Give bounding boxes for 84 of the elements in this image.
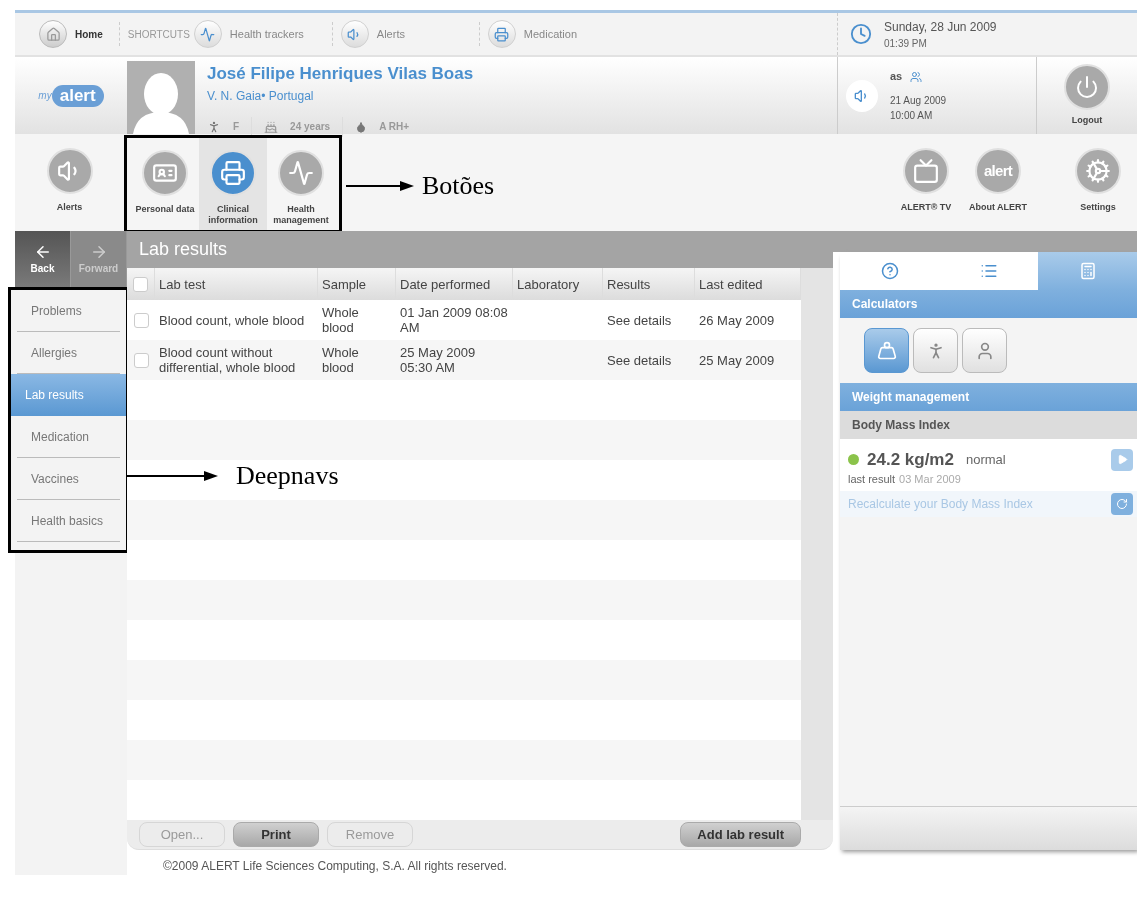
- bmi-value: 24.2 kg/m2: [867, 449, 954, 471]
- calculator-tool[interactable]: [864, 328, 909, 373]
- person-icon: [207, 119, 221, 134]
- power-icon: [1075, 74, 1099, 99]
- table-cell: 01 Jan 2009 08:08 AM: [400, 305, 508, 336]
- clock-icon: [850, 23, 872, 45]
- tv-icon: [913, 158, 939, 184]
- table-cell: See details: [607, 352, 672, 368]
- table-cell: 26 May 2009: [699, 312, 775, 328]
- people-icon: [910, 70, 923, 83]
- list-icon: [979, 262, 998, 280]
- calculator-tool[interactable]: [913, 328, 958, 373]
- patient-sex: F: [233, 120, 240, 134]
- checkbox[interactable]: [133, 312, 149, 328]
- deepnav-item[interactable]: Medication: [17, 416, 120, 458]
- patient-location: V. N. Gaia• Portugal: [207, 87, 315, 105]
- play-button[interactable]: [1111, 448, 1133, 471]
- section-title: Calculators: [852, 296, 918, 313]
- table-cell: 25 May 2009 05:30 AM: [400, 345, 476, 376]
- speaker-icon: [340, 20, 369, 48]
- nav-button[interactable]: Personal data: [131, 138, 199, 230]
- bmi-status: normal: [965, 451, 1006, 469]
- annotation-arrow: [346, 179, 414, 192]
- deepnav-item[interactable]: Problems: [17, 290, 120, 332]
- current-time: 01:39 PM: [884, 36, 928, 51]
- table-cell: See details: [607, 312, 672, 328]
- table-cell: Blood count, whole blood: [159, 312, 305, 328]
- scale-icon: [876, 340, 897, 361]
- subgroup-title: Body Mass Index: [852, 417, 951, 434]
- drop-icon: [355, 120, 368, 133]
- alert-time: 10:00 AM: [890, 108, 934, 123]
- current-date: Sunday, 28 Jun 2009: [884, 18, 997, 36]
- deepnav-item[interactable]: Vaccines: [17, 458, 120, 500]
- footer-copyright: ©2009 ALERT Life Sciences Computing, S.A. All rights reserved.: [163, 858, 508, 875]
- action-button[interactable]: Add lab result: [680, 822, 801, 848]
- table-cell: Whole blood: [322, 305, 359, 336]
- panel-tab[interactable]: [939, 252, 1038, 290]
- checkbox[interactable]: [133, 276, 148, 292]
- alert-date: 21 Aug 2009: [890, 93, 947, 108]
- table-cell: Whole blood: [322, 345, 359, 376]
- back-button[interactable]: Back: [15, 231, 71, 287]
- annotation-label: Botões: [422, 170, 495, 202]
- myalert-logo: my alert: [15, 57, 127, 134]
- annotation-label: Deepnavs: [236, 460, 339, 492]
- refresh-icon: [1116, 498, 1128, 510]
- printer-icon: [220, 160, 246, 186]
- patient-age: 24 years: [290, 120, 331, 134]
- alert-user: as: [890, 69, 903, 85]
- nav-button[interactable]: Settings: [1064, 136, 1132, 228]
- pulse-icon: [193, 20, 222, 48]
- play-icon: [1116, 454, 1128, 466]
- refresh-button[interactable]: [1111, 493, 1133, 515]
- checkbox[interactable]: [133, 352, 149, 368]
- deepnav-item[interactable]: Health basics: [17, 500, 120, 542]
- patient-name: José Filipe Henriques Vilas Boas: [207, 63, 474, 85]
- panel-tab[interactable]: [1038, 252, 1137, 290]
- gears-icon: [1085, 158, 1111, 184]
- alert-logo-icon: alert: [984, 159, 1012, 183]
- nav-button[interactable]: ALERT® TV: [892, 136, 960, 228]
- calculator-tool[interactable]: [962, 328, 1007, 373]
- nav-button[interactable]: Health management: [267, 138, 335, 230]
- last-result-label: last result: [848, 471, 896, 487]
- home-button[interactable]: Home: [39, 20, 103, 48]
- last-result-date: 03 Mar 2009: [899, 471, 961, 487]
- home-icon: [45, 26, 61, 42]
- shortcut-link[interactable]: Medication: [487, 20, 618, 48]
- printer-icon: [487, 20, 516, 48]
- nav-button[interactable]: alert About ALERT: [964, 136, 1032, 228]
- page-title: Lab results: [139, 238, 228, 262]
- nav-button[interactable]: Alerts: [35, 136, 104, 228]
- calculator-icon: [1078, 262, 1097, 280]
- table-cell: 25 May 2009: [699, 352, 775, 368]
- logout-button[interactable]: Logout: [1036, 57, 1137, 134]
- table-cell: Blood count without differential, whole blood: [159, 345, 296, 376]
- shortcut-link[interactable]: Health trackers: [193, 20, 324, 48]
- panel-tab[interactable]: [840, 252, 939, 290]
- pulse-icon: [288, 160, 314, 186]
- shortcuts-label: SHORTCUTS: [127, 27, 190, 42]
- group-title: Weight management: [852, 389, 970, 406]
- action-button[interactable]: Print: [233, 822, 319, 848]
- nav-button[interactable]: Clinical information: [199, 138, 267, 230]
- help-icon: [880, 262, 899, 280]
- cake-icon: [264, 119, 279, 134]
- patient-blood-type: A RH+: [379, 120, 410, 134]
